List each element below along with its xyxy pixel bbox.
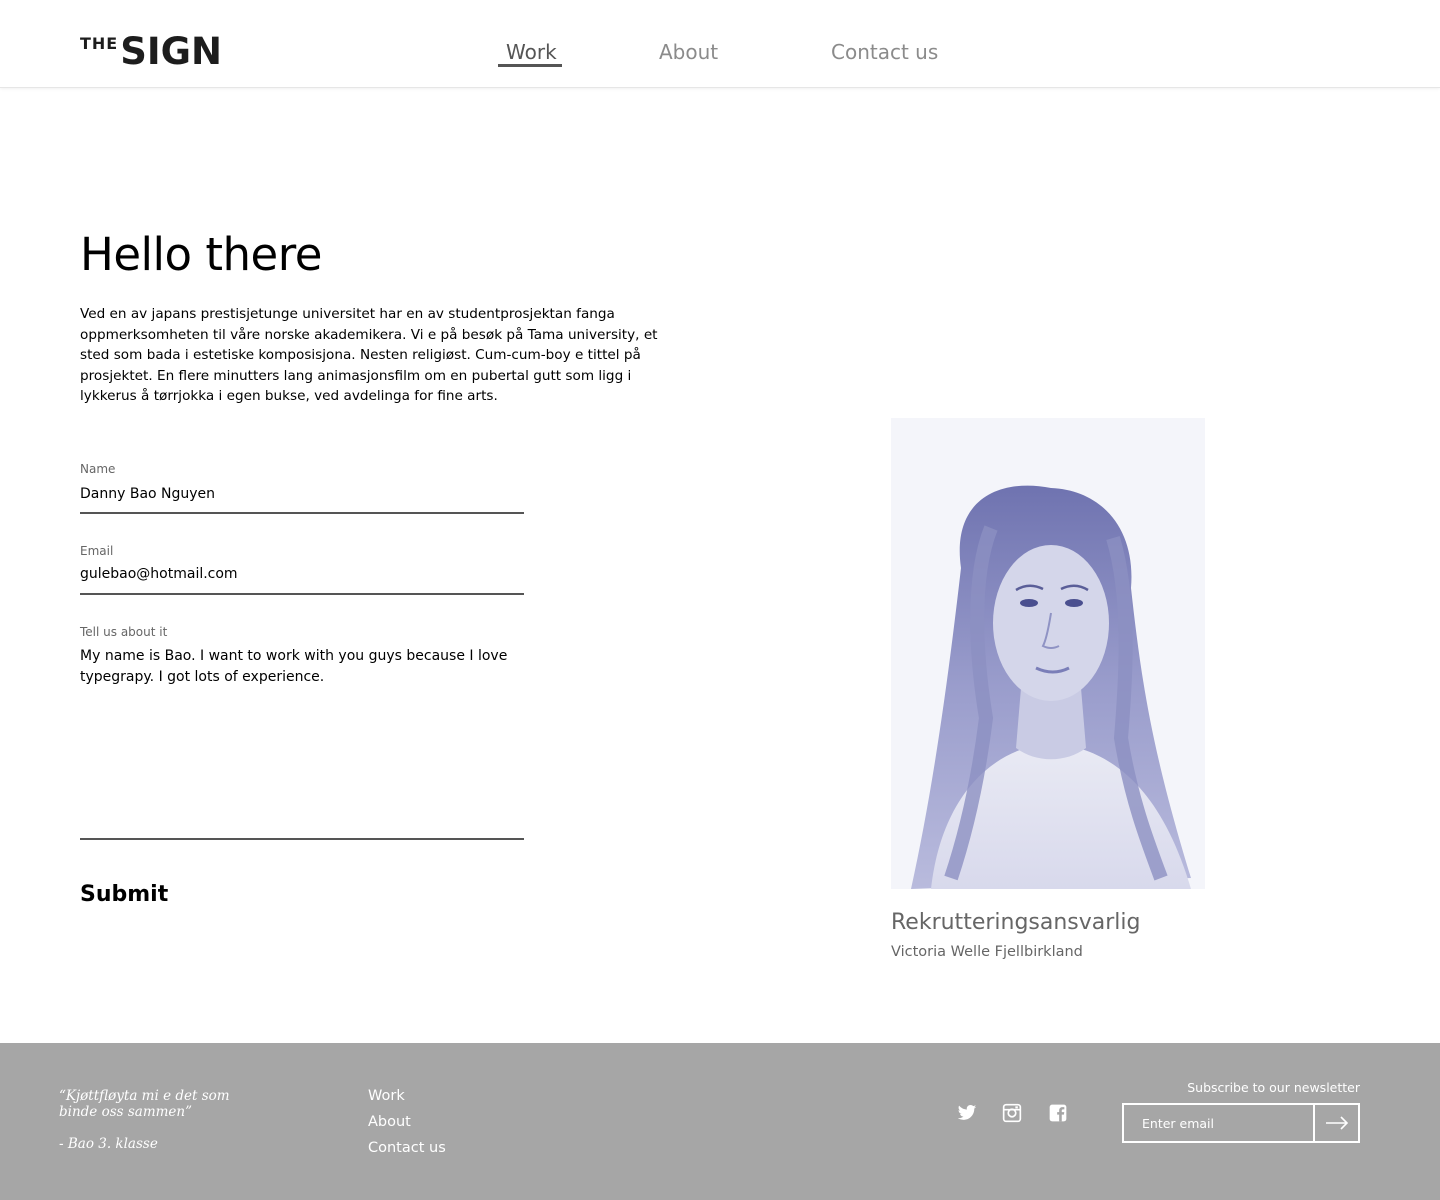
footer-quote: “Kjøttfløyta mi e det som binde oss samm… — [59, 1088, 230, 1120]
portrait-illustration — [891, 418, 1205, 889]
message-label: Tell us about it — [80, 625, 168, 639]
recruiter-photo — [891, 418, 1205, 889]
newsletter-submit-button[interactable] — [1315, 1105, 1358, 1141]
nav-contact-link[interactable]: Contact us — [831, 40, 938, 64]
instagram-icon[interactable] — [1002, 1103, 1022, 1123]
footer-work-link[interactable]: Work — [368, 1088, 405, 1104]
facebook-icon[interactable] — [1048, 1103, 1068, 1123]
nav-work-link[interactable]: Work — [506, 40, 557, 64]
recruiter-role: Rekrutteringsansvarlig — [891, 910, 1141, 935]
arrow-right-icon — [1325, 1116, 1348, 1130]
name-label: Name — [80, 462, 116, 476]
nav-about-link[interactable]: About — [659, 40, 718, 64]
message-underline — [80, 838, 524, 840]
message-textarea[interactable]: My name is Bao. I want to work with you … — [80, 646, 524, 826]
logo-the-text: THE — [80, 34, 119, 53]
site-logo[interactable]: THE SIGN — [80, 32, 222, 70]
footer-contact-link[interactable]: Contact us — [368, 1140, 446, 1156]
intro-paragraph: Ved en av japans prestisjetunge universi… — [80, 306, 658, 404]
page-title: Hello there — [80, 228, 322, 281]
name-field[interactable]: Danny Bao Nguyen — [80, 486, 524, 502]
email-underline — [80, 593, 524, 595]
email-label: Email — [80, 544, 114, 558]
recruiter-name: Victoria Welle Fjellbirkland — [891, 944, 1083, 960]
footer-quote-author: - Bao 3. klasse — [59, 1136, 158, 1152]
newsletter-form — [1122, 1103, 1360, 1143]
nav-active-indicator — [498, 64, 562, 67]
newsletter-label: Subscribe to our newsletter — [1187, 1080, 1360, 1095]
email-field[interactable]: gulebao@hotmail.com — [80, 566, 524, 582]
twitter-icon[interactable] — [957, 1103, 977, 1123]
newsletter-email-input[interactable] — [1124, 1105, 1315, 1141]
site-footer: “Kjøttfløyta mi e det som binde oss samm… — [0, 1043, 1440, 1200]
footer-about-link[interactable]: About — [368, 1114, 411, 1130]
submit-button[interactable]: Submit — [80, 882, 168, 907]
name-underline — [80, 512, 524, 514]
logo-sign-text: SIGN — [120, 30, 222, 73]
site-header: THE SIGN Work About Contact us — [0, 0, 1440, 88]
